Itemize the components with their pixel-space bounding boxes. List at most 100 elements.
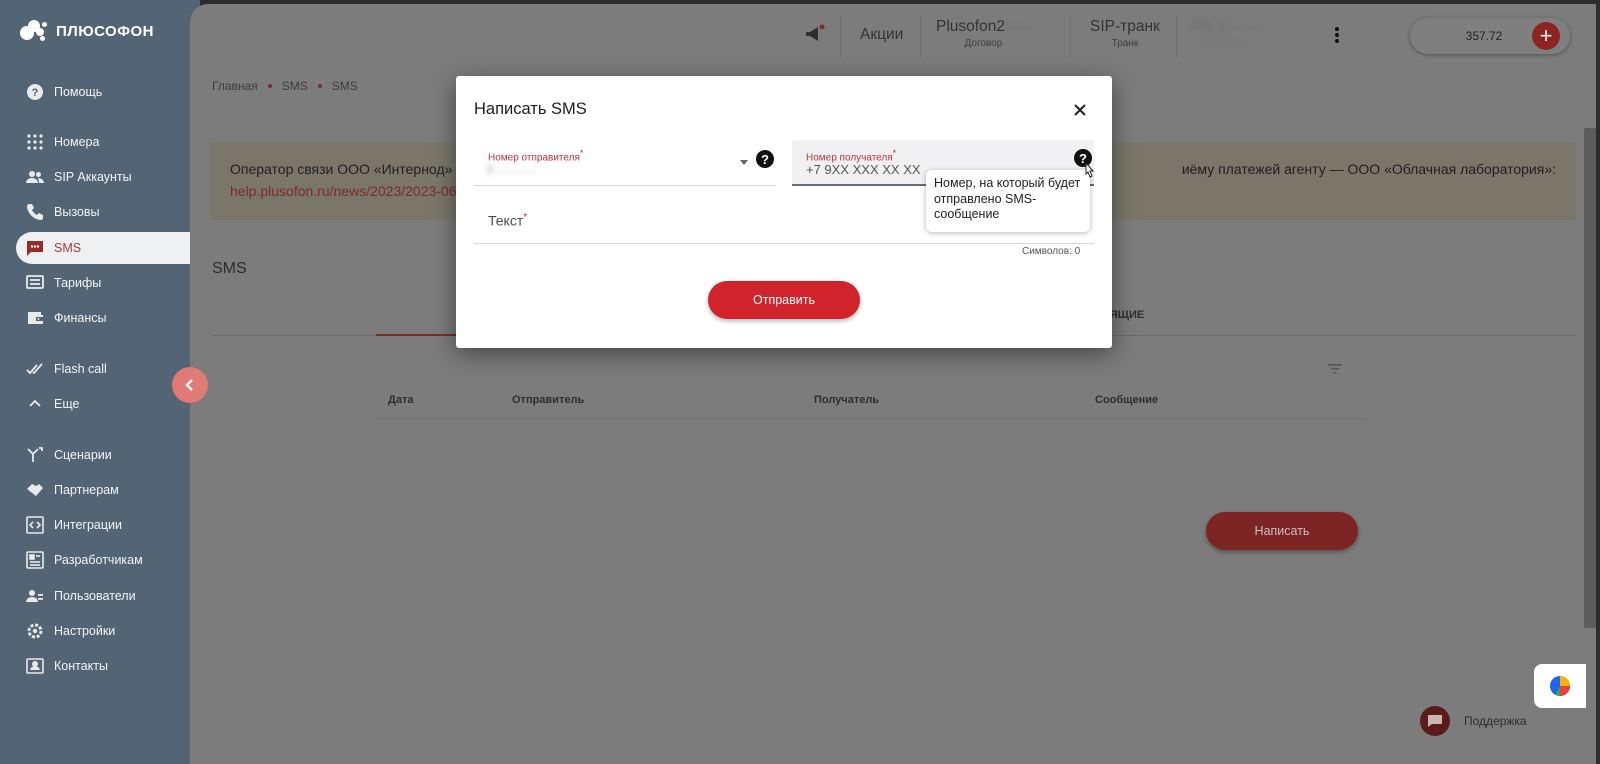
sidebar-item-users[interactable]: Пользователи [16,580,200,612]
logo[interactable]: ПЛЮСОФОН [18,16,154,46]
assistant-widget[interactable] [1534,664,1586,708]
topbar-separator [1176,16,1177,58]
sidebar-item-tariffs[interactable]: Тарифы [16,267,200,299]
scrollbar[interactable] [1584,128,1596,628]
developer-icon [26,551,44,569]
char-counter: Символов: 0 [1022,246,1081,257]
top-up-button[interactable]: + [1532,22,1560,50]
sender-label: Номер отправителя* [488,148,584,164]
sidebar-item-label: Flash call [54,362,107,376]
close-button[interactable] [1070,100,1090,120]
contract-selector[interactable]: Plusofon2····· Договор [936,18,1031,49]
code-icon [26,516,44,534]
sidebar-item-developers[interactable]: Разработчикам [16,544,200,576]
dialpad-icon [26,133,44,151]
column-header-sender[interactable]: Отправитель [512,394,584,406]
notice-text-start: Оператор связи ООО «Интернод» с 1 [230,161,475,177]
sidebar-item-scenarios[interactable]: Сценарии [16,439,200,471]
sidebar: ПЛЮСОФОН ? Помощь Номера SIP Аккаунты Вы… [0,0,200,764]
sidebar-item-sip-accounts[interactable]: SIP Аккаунты [16,161,200,193]
users-icon [26,168,44,186]
sender-value: 7··········· [486,164,537,178]
phone-icon [26,203,44,221]
chevron-left-icon [185,379,193,391]
mouse-pointer-icon [1082,161,1096,185]
user-group-icon [26,587,44,605]
more-vert-icon[interactable] [1334,26,1340,49]
column-header-date[interactable]: Дата [388,394,413,406]
sidebar-item-label: Тарифы [54,276,102,290]
sidebar-item-label: Настройки [54,624,116,638]
balance-value: 357.72 [1465,29,1503,43]
column-header-message[interactable]: Сообщение [1095,394,1158,406]
sidebar-item-partners[interactable]: Партнерам [16,474,200,506]
breadcrumb-home[interactable]: Главная [212,79,258,93]
trunk-value: SIP-транк [1090,18,1160,35]
sidebar-item-label: Помощь [54,85,103,99]
sidebar-item-label: SMS [54,241,82,255]
sender-help-icon[interactable]: ? [756,150,774,168]
sender-select[interactable]: Номер отправителя* 7··········· ? [474,140,776,186]
sidebar-item-help[interactable]: ? Помощь [16,76,200,108]
dialog-title: Написать SMS [474,100,587,118]
support-label: Поддержка [1464,714,1527,728]
sidebar-item-contacts[interactable]: Контакты [16,650,200,682]
sidebar-item-settings[interactable]: Настройки [16,615,200,647]
phone-line-1: +7 (···) ···-··-·· [1190,20,1260,32]
double-check-icon [26,360,44,378]
sidebar-item-calls[interactable]: Вызовы [16,196,200,228]
sidebar-item-label: SIP Аккаунты [54,170,132,184]
sidebar-item-label: Пользователи [54,589,136,603]
chevron-up-icon [26,395,44,413]
sidebar-item-finance[interactable]: Финансы [16,302,200,334]
promo-link[interactable]: Акции [860,26,903,44]
table-header-divider [376,418,1366,419]
sidebar-item-integrations[interactable]: Интеграции [16,509,200,541]
filter-icon[interactable] [1328,361,1342,379]
sidebar-item-label: Разработчикам [54,553,143,567]
plus-icon: + [1539,23,1553,48]
collapse-sidebar-button[interactable] [172,367,208,403]
contact-card-icon [26,657,44,675]
sidebar-item-label: Интеграции [54,518,123,532]
breadcrumb-separator [267,84,272,88]
breadcrumb-sms[interactable]: SMS [282,79,308,93]
sidebar-item-label: Сценарии [54,448,112,462]
assistant-logo-icon [1550,676,1570,696]
chat-icon [1420,706,1450,736]
column-header-recipient[interactable]: Получатель [814,394,879,406]
logo-cloud-icon [18,18,48,44]
support-widget[interactable]: Поддержка [1420,706,1527,736]
phone-numbers[interactable]: +7 (···) ···-··-·· ·· ······· · [1190,20,1260,48]
tariff-icon [26,274,44,292]
svg-text:?: ? [32,87,39,99]
sidebar-item-more[interactable]: Еще [16,388,200,420]
write-sms-button[interactable]: Написать [1206,512,1358,550]
sms-icon [26,239,44,257]
announcements-icon[interactable] [804,24,826,49]
gear-icon [26,622,44,640]
help-circle-icon: ? [26,83,44,101]
branch-icon [26,446,44,464]
trunk-sub-label: Транк [1111,38,1139,49]
breadcrumb-separator [317,84,322,88]
wallet-icon [26,309,44,327]
contract-value: Plusofon2 [936,18,1005,35]
handshake-icon [26,481,44,499]
write-sms-dialog: Написать SMS Номер отправителя* 7·······… [456,76,1112,348]
breadcrumb-current: SMS [331,79,358,93]
sidebar-item-sms[interactable]: SMS [16,232,200,264]
sidebar-item-label: Партнерам [54,483,119,497]
phone-line-2: ·· ······· · [1203,36,1247,48]
active-tab-indicator [376,334,466,336]
send-button[interactable]: Отправить [708,281,860,319]
sidebar-item-label: Номера [54,135,100,149]
recipient-tooltip: Номер, на который будет отправлено SMS-с… [926,170,1090,232]
sidebar-item-numbers[interactable]: Номера [16,126,200,158]
brand-name: ПЛЮСОФОН [56,22,155,40]
sidebar-item-label: Еще [54,397,80,411]
close-icon [1074,104,1086,116]
trunk-selector[interactable]: SIP-транк Транк [1090,18,1160,49]
sidebar-item-label: Контакты [54,659,108,673]
sidebar-item-label: Вызовы [54,205,100,219]
